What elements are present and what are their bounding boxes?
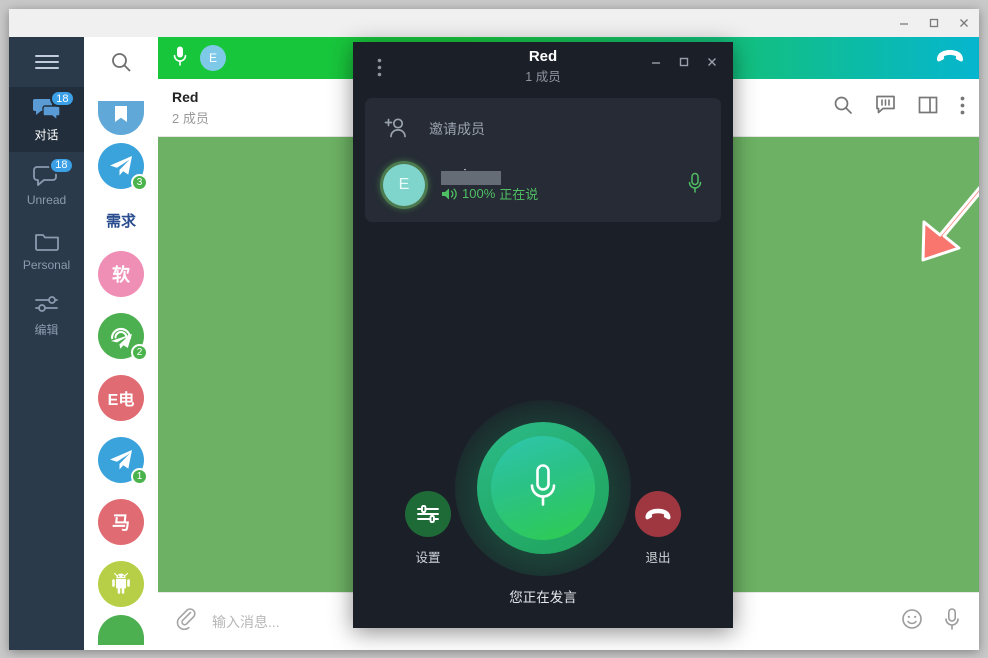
microphone-icon[interactable] [943,607,961,636]
window-maximize-button[interactable] [919,9,949,37]
hangup-icon [635,491,681,537]
unread-badge: 18 [49,156,74,174]
android-icon [98,561,144,607]
list-item[interactable]: 软 [84,243,158,305]
list-item[interactable]: 3 [84,135,158,197]
members-card: 邀请成员 E engine [365,98,721,222]
search-icon[interactable] [833,95,853,120]
more-vertical-icon[interactable] [377,58,382,82]
avatar-initial: 软 [98,251,144,297]
microphone-icon[interactable] [687,172,703,199]
hamburger-menu-button[interactable] [9,37,84,87]
dialog-close-button[interactable] [699,50,725,74]
microphone-icon [526,462,560,515]
comment-bars-icon[interactable] [875,95,896,120]
call-member-row[interactable]: E engine 100% 正在说 [365,154,721,216]
avatar-initial: E [398,176,410,193]
microphone-icon[interactable] [172,45,188,72]
chat-member-count: 2 成员 [172,110,209,126]
sliders-icon [33,291,61,317]
avatar-glyph: 软 [112,265,130,285]
list-item[interactable] [84,553,158,615]
folder-label-xuqiu[interactable]: 需求 [84,197,158,243]
chat-avatar-strip: 3 需求 软 2 E电 1 马 [84,37,158,650]
sidebar-item-personal[interactable]: Personal [9,217,84,282]
invite-member-button[interactable]: 邀请成员 [365,104,721,154]
application-window: 18 对话 18 Unread Personal 编辑 3 需求 软 2 E电 … [9,9,979,650]
avatar-initial: 马 [98,499,144,545]
avatar-glyph: 马 [112,513,130,533]
page-title: Red [172,88,199,105]
more-vertical-icon[interactable] [960,96,965,120]
list-item[interactable]: 马 [84,491,158,553]
emoji-icon[interactable] [901,608,923,635]
bookmark-icon [98,101,144,135]
chats-filled-icon: 18 [32,90,75,122]
chat-header-titles: Red 2 成员 [172,89,209,127]
search-icon[interactable] [84,37,158,87]
chats-badge: 18 [50,90,75,107]
folder-icon [34,228,60,254]
call-settings-button[interactable]: 设置 [405,491,451,566]
window-minimize-button[interactable] [889,9,919,37]
dialog-window-controls [643,50,725,74]
chat-header-actions [833,95,965,120]
list-item[interactable]: 1 [84,429,158,491]
call-participant-avatar: E [200,45,226,71]
speaker-icon [441,187,458,201]
navigation-rail: 18 对话 18 Unread Personal 编辑 [9,37,84,650]
paperclip-icon[interactable] [176,608,196,635]
sidebar-item-label: 对话 [34,128,59,142]
sidebar-item-label: Personal [22,257,71,272]
list-item[interactable]: 2 [84,305,158,367]
leave-call-button[interactable]: 退出 [635,491,681,566]
unread-count-badge: 2 [131,344,148,361]
unread-count-badge: 3 [131,174,148,191]
call-member-speaking-state: 正在说 [499,187,539,202]
sidebar-item-edit[interactable]: 编辑 [9,282,84,347]
hangup-icon[interactable] [935,48,965,69]
sidebar-item-label: 编辑 [34,323,59,337]
list-item[interactable] [84,615,158,650]
call-settings-label: 设置 [415,551,441,565]
call-controls: 设置 退出 您正在发言 [353,378,733,628]
sidebar-item-chats[interactable]: 18 对话 [9,87,84,152]
dialog-maximize-button[interactable] [671,50,697,74]
list-item[interactable]: E电 [84,367,158,429]
avatar: E [383,164,425,206]
sidebar-item-label: Unread [26,192,67,207]
leave-call-label: 退出 [645,551,671,565]
invite-member-label: 邀请成员 [429,121,485,137]
avatar-initial: E电 [98,375,144,421]
group-call-dialog: Red 1 成员 邀请成员 E 100% 正在说 设置 退出 您正在发言 [353,42,733,628]
avatar-initial [98,615,144,645]
window-titlebar [9,9,979,37]
dialog-titlebar: Red 1 成员 [353,42,733,90]
composer-actions [901,607,961,636]
call-member-status: 100% 正在说 [441,184,538,203]
message-input[interactable]: 输入消息... [212,612,280,632]
sidebar-item-unread[interactable]: 18 Unread [9,152,84,217]
sliders-icon [405,491,451,537]
unread-count-badge: 1 [131,468,148,485]
speaking-status-label: 您正在发言 [509,590,577,605]
mute-toggle-button[interactable] [453,398,633,578]
avatar-glyph: E电 [107,392,135,409]
list-item[interactable] [84,87,158,135]
call-member-volume: 100% [462,186,496,201]
call-member-info: engine 100% 正在说 [441,167,538,203]
dialog-minimize-button[interactable] [643,50,669,74]
split-panel-icon[interactable] [918,95,938,120]
add-person-icon [383,116,409,143]
unread-bubble-icon: 18 [32,156,74,189]
window-close-button[interactable] [949,9,979,37]
redaction-bar [441,171,501,185]
